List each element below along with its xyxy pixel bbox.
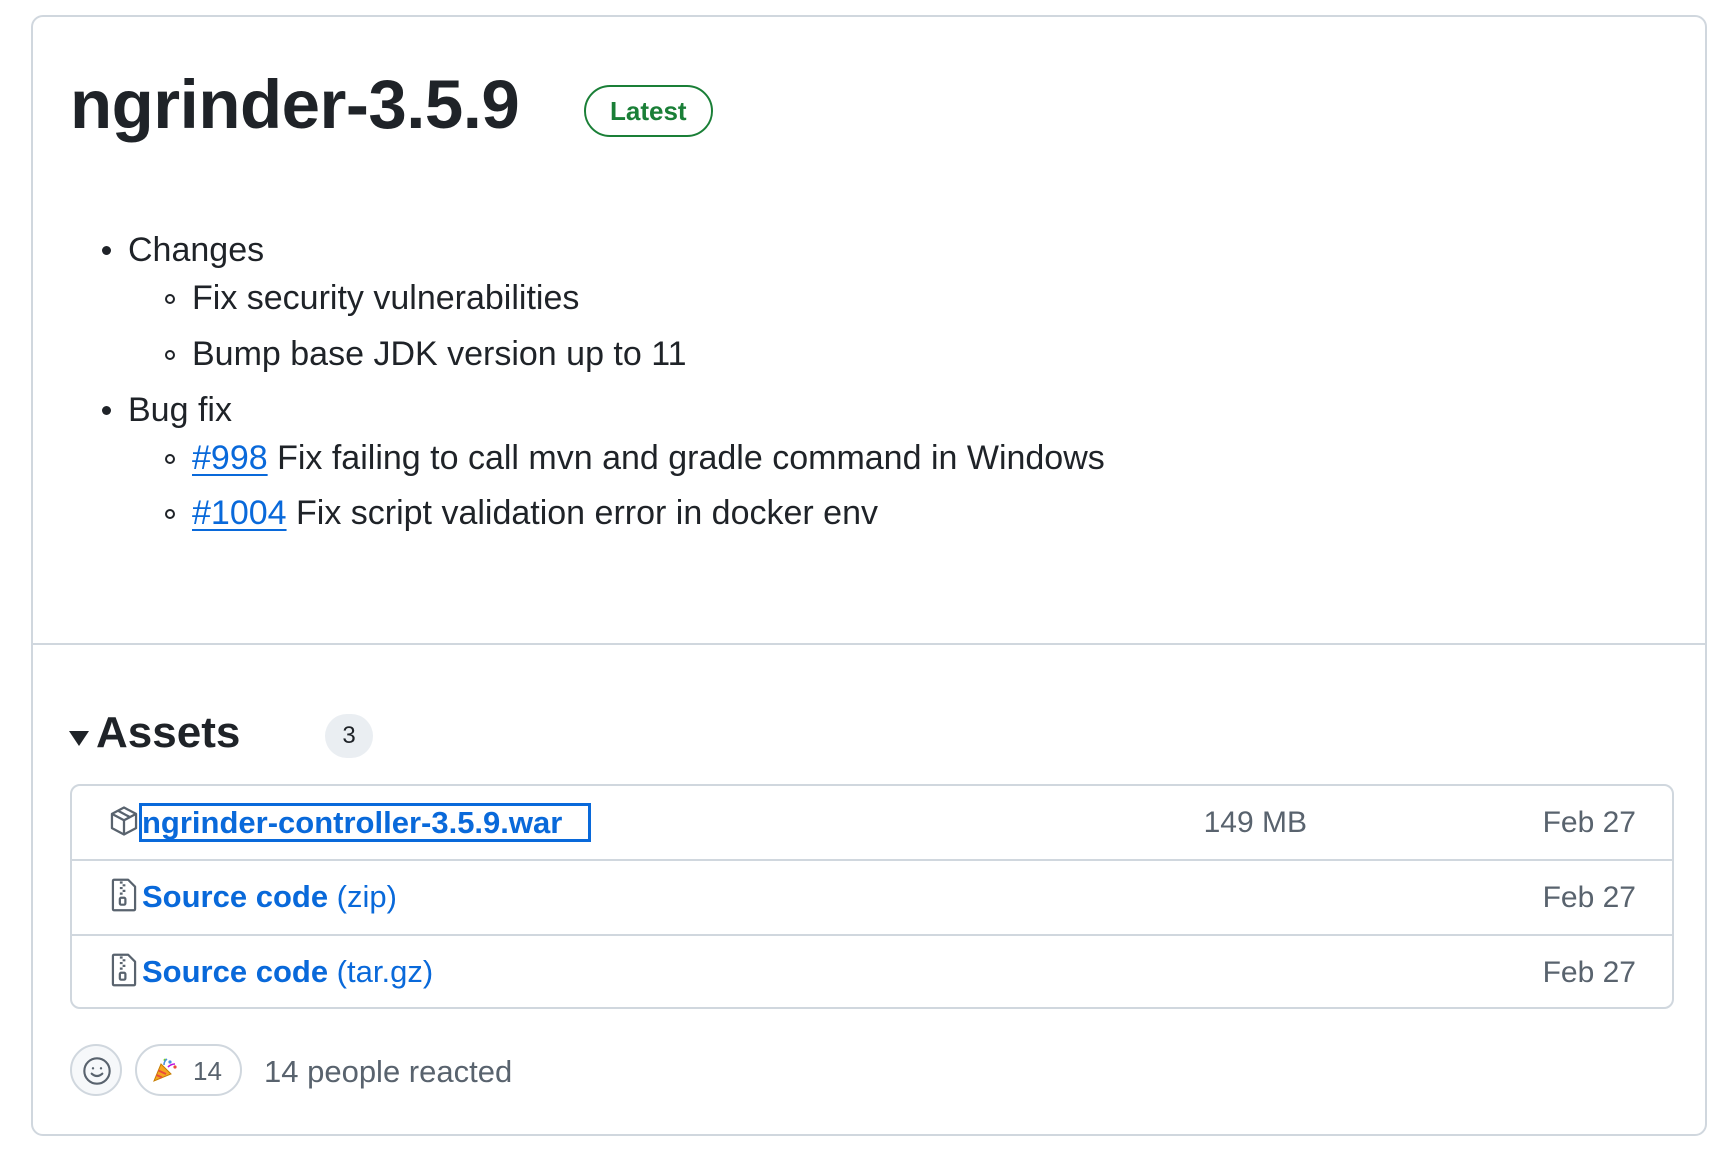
smiley-icon [83, 1057, 111, 1085]
bullet-circle [165, 454, 175, 464]
asset-link-source-targz[interactable]: Source code (tar.gz) [142, 954, 433, 990]
asset-row: Source code (tar.gz) Feb 27 [72, 934, 1672, 1007]
bullet-circle [165, 350, 175, 360]
asset-row: ngrinder-controller-3.5.9.war 149 MB Feb… [72, 786, 1672, 859]
release-title[interactable]: ngrinder-3.5.9 [70, 70, 520, 139]
notes-item: Bump base JDK version up to 11 [192, 335, 687, 373]
notes-section-label: Changes [128, 231, 265, 269]
issue-link-998[interactable]: #998 [192, 439, 268, 477]
asset-list: ngrinder-controller-3.5.9.war 149 MB Feb… [70, 784, 1674, 1009]
issue-link-1004[interactable]: #1004 [192, 494, 287, 532]
asset-name-text: Source code [142, 954, 329, 989]
package-icon [107, 804, 141, 838]
notes-section-label: Bug fix [128, 391, 232, 429]
assets-heading: Assets [96, 708, 241, 757]
asset-name-text: Source code [142, 879, 329, 914]
asset-name-text: ngrinder-controller-3.5.9.war [142, 805, 563, 840]
file-zip-icon [107, 952, 141, 987]
reaction-tada-button[interactable]: 14 [135, 1044, 242, 1096]
release-card: ngrinder-3.5.9 Latest Changes Fix securi… [31, 15, 1707, 1136]
bullet-circle [165, 509, 175, 519]
asset-link-war[interactable]: ngrinder-controller-3.5.9.war [138, 803, 592, 842]
latest-badge: Latest [584, 85, 713, 137]
notes-item-text: Fix script validation error in docker en… [286, 494, 878, 532]
asset-date: Feb 27 [1542, 956, 1636, 989]
notes-item: #1004 Fix script validation error in doc… [192, 496, 878, 530]
asset-name-suffix: (zip) [328, 879, 397, 914]
asset-row: Source code (zip) Feb 27 [72, 859, 1672, 934]
reaction-summary: 14 people reacted [264, 1054, 513, 1089]
reactions-bar: 14 14 people reacted [70, 1044, 1070, 1100]
bullet-disc [102, 406, 111, 415]
add-reaction-button[interactable] [70, 1044, 122, 1096]
notes-item: Fix security vulnerabilities [192, 279, 580, 317]
asset-link-source-zip[interactable]: Source code (zip) [142, 879, 397, 915]
assets-count-badge: 3 [325, 714, 373, 758]
asset-date: Feb 27 [1542, 806, 1636, 839]
reaction-count: 14 [193, 1056, 222, 1086]
bullet-disc [102, 246, 111, 255]
bullet-circle [165, 294, 175, 304]
file-zip-icon [107, 877, 141, 912]
tada-icon [153, 1058, 177, 1082]
asset-date: Feb 27 [1542, 881, 1636, 914]
asset-size: 149 MB [1203, 806, 1307, 839]
section-divider [33, 643, 1705, 645]
caret-down-icon [69, 731, 89, 746]
notes-item-text: Fix failing to call mvn and gradle comma… [267, 439, 1105, 477]
asset-name-suffix: (tar.gz) [328, 954, 434, 989]
notes-item: #998 Fix failing to call mvn and gradle … [192, 441, 1105, 475]
